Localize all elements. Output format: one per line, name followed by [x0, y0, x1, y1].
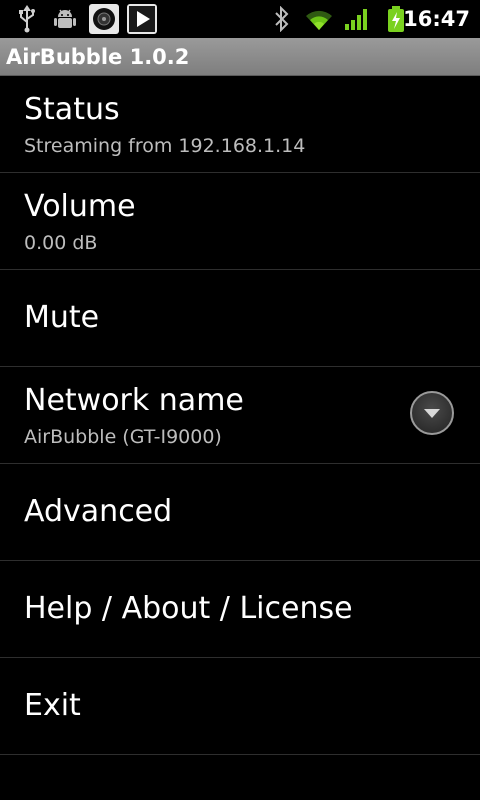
android-debug-icon — [50, 4, 80, 34]
preference-title: Advanced — [24, 494, 173, 529]
preference-title: Status — [24, 92, 120, 127]
wifi-icon — [304, 4, 334, 34]
title-bar: AirBubble 1.0.2 — [0, 38, 480, 76]
preference-summary: Streaming from 192.168.1.14 — [24, 135, 306, 157]
preference-title: Network name — [24, 383, 244, 418]
preference-title: Mute — [24, 300, 100, 335]
preference-list: Status Streaming from 192.168.1.14 Volum… — [0, 76, 480, 755]
chevron-down-icon[interactable] — [410, 391, 454, 435]
preference-summary: AirBubble (GT-I9000) — [24, 426, 222, 448]
preference-advanced[interactable]: Advanced — [0, 464, 480, 561]
preference-mute[interactable]: Mute — [0, 270, 480, 367]
preference-help-about-license[interactable]: Help / About / License — [0, 561, 480, 658]
preference-volume[interactable]: Volume 0.00 dB — [0, 173, 480, 270]
usb-icon — [12, 4, 42, 34]
status-bar-time: 16:47 — [403, 7, 470, 31]
preference-title: Help / About / License — [24, 591, 353, 626]
play-icon — [127, 4, 157, 34]
status-bar: 16:47 — [0, 0, 480, 38]
bluetooth-icon — [267, 4, 297, 34]
preference-network-name[interactable]: Network name AirBubble (GT-I9000) — [0, 367, 480, 464]
preference-exit[interactable]: Exit — [0, 658, 480, 755]
preference-summary: 0.00 dB — [24, 232, 98, 254]
signal-icon — [342, 4, 372, 34]
speaker-icon — [89, 4, 119, 34]
preference-status[interactable]: Status Streaming from 192.168.1.14 — [0, 76, 480, 173]
preference-title: Volume — [24, 189, 136, 224]
app-title: AirBubble 1.0.2 — [6, 45, 190, 69]
preference-title: Exit — [24, 688, 81, 723]
